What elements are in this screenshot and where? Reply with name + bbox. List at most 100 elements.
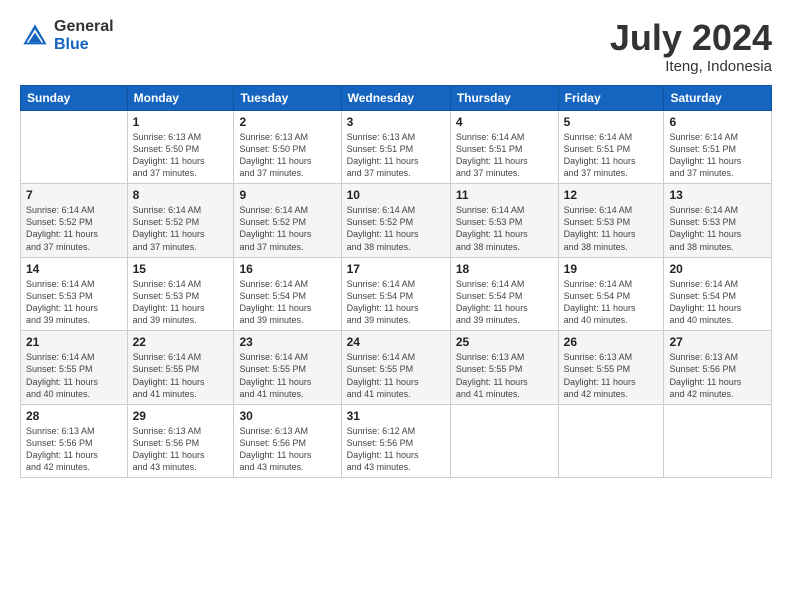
calendar-cell: [21, 110, 128, 184]
header-row: Sunday Monday Tuesday Wednesday Thursday…: [21, 85, 772, 110]
day-number: 25: [456, 335, 553, 349]
calendar-cell: 12 Sunrise: 6:14 AM Sunset: 5:53 PM Dayli…: [558, 184, 664, 258]
day-number: 4: [456, 115, 553, 129]
day-number: 23: [239, 335, 335, 349]
day-info: Sunrise: 6:12 AM Sunset: 5:56 PM Dayligh…: [347, 425, 445, 474]
day-number: 24: [347, 335, 445, 349]
calendar-cell: 26Sunrise: 6:13 AM Sunset: 5:55 PM Dayli…: [558, 331, 664, 405]
calendar-cell: 27 Sunrise: 6:13 AM Sunset: 5:56 PM Dayli…: [664, 331, 772, 405]
calendar-cell: 22 Sunrise: 6:14 AM Sunset: 5:55 PM Dayli…: [127, 331, 234, 405]
day-number: 29: [133, 409, 229, 423]
day-info: Sunrise: 6:13 AM Sunset: 5:56 PM Dayligh…: [239, 425, 335, 474]
calendar-cell: 16 Sunrise: 6:14 AM Sunset: 5:54 PM Dayli…: [234, 257, 341, 331]
day-number: 28: [26, 409, 122, 423]
day-info: Sunrise: 6:14 AM Sunset: 5:55 PM Dayligh…: [26, 351, 122, 400]
day-number: 22: [133, 335, 229, 349]
day-number: 7: [26, 188, 122, 202]
day-number: 13: [669, 188, 766, 202]
calendar-cell: 3 Sunrise: 6:13 AM Sunset: 5:51 PM Daylig…: [341, 110, 450, 184]
col-wednesday: Wednesday: [341, 85, 450, 110]
day-info: Sunrise: 6:14 AM Sunset: 5:55 PM Dayligh…: [133, 351, 229, 400]
day-number: 30: [239, 409, 335, 423]
title-location: Iteng, Indonesia: [610, 58, 772, 75]
day-info: Sunrise: 6:14 AM Sunset: 5:52 PM Dayligh…: [26, 204, 122, 253]
day-number: 6: [669, 115, 766, 129]
calendar-cell: 7 Sunrise: 6:14 AM Sunset: 5:52 PM Daylig…: [21, 184, 128, 258]
day-info: Sunrise: 6:14 AM Sunset: 5:55 PM Dayligh…: [239, 351, 335, 400]
calendar-cell: 10 Sunrise: 6:14 AM Sunset: 5:52 PM Dayli…: [341, 184, 450, 258]
day-info: Sunrise: 6:14 AM Sunset: 5:53 PM Dayligh…: [456, 204, 553, 253]
calendar-cell: 24 Sunrise: 6:14 AM Sunset: 5:55 PM Dayli…: [341, 331, 450, 405]
day-info: Sunrise: 6:13 AM Sunset: 5:51 PM Dayligh…: [347, 131, 445, 180]
day-number: 1: [133, 115, 229, 129]
day-info: Sunrise: 6:14 AM Sunset: 5:52 PM Dayligh…: [239, 204, 335, 253]
day-info: Sunrise: 6:14 AM Sunset: 5:55 PM Dayligh…: [347, 351, 445, 400]
col-friday: Friday: [558, 85, 664, 110]
day-info: Sunrise: 6:13 AM Sunset: 5:56 PM Dayligh…: [133, 425, 229, 474]
day-info: Sunrise: 6:14 AM Sunset: 5:51 PM Dayligh…: [456, 131, 553, 180]
calendar-cell: 4 Sunrise: 6:14 AM Sunset: 5:51 PM Daylig…: [450, 110, 558, 184]
calendar-table: Sunday Monday Tuesday Wednesday Thursday…: [20, 85, 772, 479]
day-info: Sunrise: 6:14 AM Sunset: 5:51 PM Dayligh…: [564, 131, 659, 180]
day-info: Sunrise: 6:14 AM Sunset: 5:53 PM Dayligh…: [669, 204, 766, 253]
logo-blue: Blue: [54, 36, 89, 53]
col-sunday: Sunday: [21, 85, 128, 110]
day-info: Sunrise: 6:14 AM Sunset: 5:53 PM Dayligh…: [133, 278, 229, 327]
calendar-cell: 9 Sunrise: 6:14 AM Sunset: 5:52 PM Daylig…: [234, 184, 341, 258]
day-number: 27: [669, 335, 766, 349]
day-info: Sunrise: 6:14 AM Sunset: 5:52 PM Dayligh…: [347, 204, 445, 253]
day-number: 15: [133, 262, 229, 276]
day-number: 8: [133, 188, 229, 202]
day-info: Sunrise: 6:14 AM Sunset: 5:51 PM Dayligh…: [669, 131, 766, 180]
calendar-cell: 19 Sunrise: 6:14 AM Sunset: 5:54 PM Dayli…: [558, 257, 664, 331]
title-block: July 2024 Iteng, Indonesia: [610, 18, 772, 75]
day-number: 17: [347, 262, 445, 276]
col-saturday: Saturday: [664, 85, 772, 110]
day-number: 2: [239, 115, 335, 129]
day-info: Sunrise: 6:14 AM Sunset: 5:54 PM Dayligh…: [456, 278, 553, 327]
day-number: 16: [239, 262, 335, 276]
day-info: Sunrise: 6:13 AM Sunset: 5:55 PM Dayligh…: [564, 351, 659, 400]
calendar-cell: 15 Sunrise: 6:14 AM Sunset: 5:53 PM Dayli…: [127, 257, 234, 331]
week-row-3: 14 Sunrise: 6:14 AM Sunset: 5:53 PM Dayli…: [21, 257, 772, 331]
day-info: Sunrise: 6:14 AM Sunset: 5:52 PM Dayligh…: [133, 204, 229, 253]
day-number: 31: [347, 409, 445, 423]
col-tuesday: Tuesday: [234, 85, 341, 110]
calendar-cell: 28Sunrise: 6:13 AM Sunset: 5:56 PM Dayli…: [21, 404, 128, 478]
day-number: 20: [669, 262, 766, 276]
logo: General Blue: [20, 18, 114, 53]
calendar-cell: 25 Sunrise: 6:13 AM Sunset: 5:55 PM Dayli…: [450, 331, 558, 405]
day-number: 10: [347, 188, 445, 202]
day-number: 19: [564, 262, 659, 276]
day-info: Sunrise: 6:14 AM Sunset: 5:54 PM Dayligh…: [669, 278, 766, 327]
calendar-cell: 5 Sunrise: 6:14 AM Sunset: 5:51 PM Daylig…: [558, 110, 664, 184]
day-number: 5: [564, 115, 659, 129]
day-info: Sunrise: 6:14 AM Sunset: 5:53 PM Dayligh…: [564, 204, 659, 253]
week-row-4: 21 Sunrise: 6:14 AM Sunset: 5:55 PM Dayli…: [21, 331, 772, 405]
calendar-cell: 2Sunrise: 6:13 AM Sunset: 5:50 PM Daylig…: [234, 110, 341, 184]
day-number: 9: [239, 188, 335, 202]
calendar-cell: [664, 404, 772, 478]
week-row-5: 28 Sunrise: 6:13 AM Sunset: 5:56 PM Dayli…: [21, 404, 772, 478]
day-number: 14: [26, 262, 122, 276]
calendar-cell: 17Sunrise: 6:14 AM Sunset: 5:54 PM Dayli…: [341, 257, 450, 331]
day-info: Sunrise: 6:13 AM Sunset: 5:56 PM Dayligh…: [669, 351, 766, 400]
logo-general: General: [54, 18, 114, 35]
calendar-cell: [558, 404, 664, 478]
calendar-cell: 18Sunrise: 6:14 AM Sunset: 5:54 PM Dayli…: [450, 257, 558, 331]
day-info: Sunrise: 6:13 AM Sunset: 5:55 PM Dayligh…: [456, 351, 553, 400]
col-thursday: Thursday: [450, 85, 558, 110]
calendar-cell: 29 Sunrise: 6:13 AM Sunset: 5:56 PM Dayli…: [127, 404, 234, 478]
calendar-cell: 13 Sunrise: 6:14 AM Sunset: 5:53 PM Dayli…: [664, 184, 772, 258]
calendar-cell: [450, 404, 558, 478]
calendar-cell: 6 Sunrise: 6:14 AM Sunset: 5:51 PM Daylig…: [664, 110, 772, 184]
calendar-cell: 20 Sunrise: 6:14 AM Sunset: 5:54 PM Dayli…: [664, 257, 772, 331]
day-info: Sunrise: 6:14 AM Sunset: 5:54 PM Dayligh…: [564, 278, 659, 327]
day-number: 21: [26, 335, 122, 349]
calendar-cell: 31 Sunrise: 6:12 AM Sunset: 5:56 PM Dayli…: [341, 404, 450, 478]
calendar-cell: 11Sunrise: 6:14 AM Sunset: 5:53 PM Dayli…: [450, 184, 558, 258]
day-number: 12: [564, 188, 659, 202]
day-number: 3: [347, 115, 445, 129]
week-row-2: 7 Sunrise: 6:14 AM Sunset: 5:52 PM Daylig…: [21, 184, 772, 258]
day-info: Sunrise: 6:14 AM Sunset: 5:54 PM Dayligh…: [239, 278, 335, 327]
